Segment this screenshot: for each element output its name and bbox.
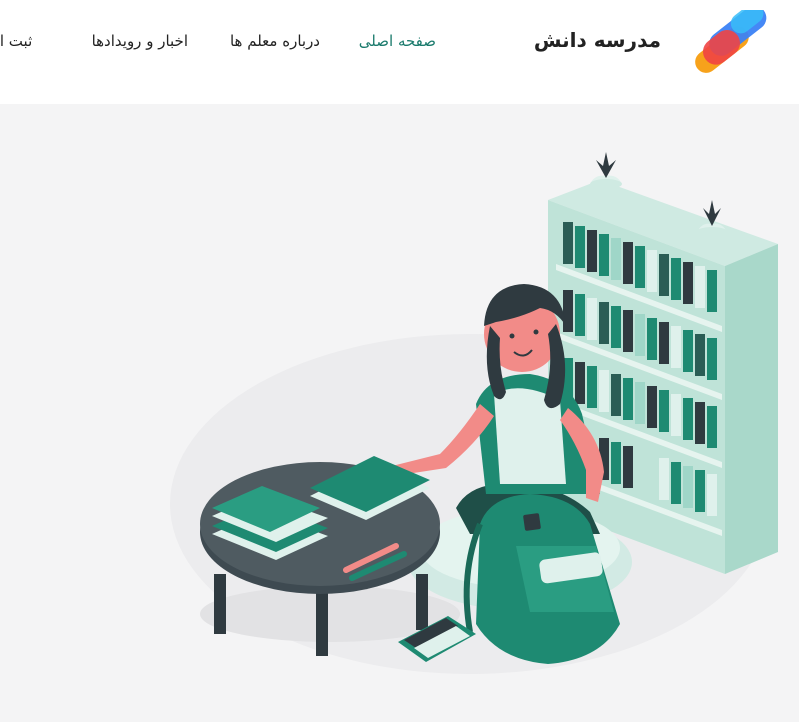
plant-left	[590, 152, 622, 189]
site-header: مدرسه دانش صفحه اصلی درباره معلم ها اخبا…	[0, 0, 799, 104]
nav-link-home[interactable]: صفحه اصلی	[359, 32, 436, 50]
brand-name[interactable]: مدرسه دانش	[534, 28, 661, 52]
nav-link-registration[interactable]: ثبت اط	[0, 32, 32, 50]
nav-link-news-events[interactable]: اخبار و رویدادها	[92, 32, 188, 50]
hero-section	[0, 104, 799, 722]
student-studying-illustration	[170, 152, 778, 674]
school-logo-icon[interactable]	[680, 10, 780, 74]
nav-link-about-teachers[interactable]: درباره معلم ها	[230, 32, 320, 50]
